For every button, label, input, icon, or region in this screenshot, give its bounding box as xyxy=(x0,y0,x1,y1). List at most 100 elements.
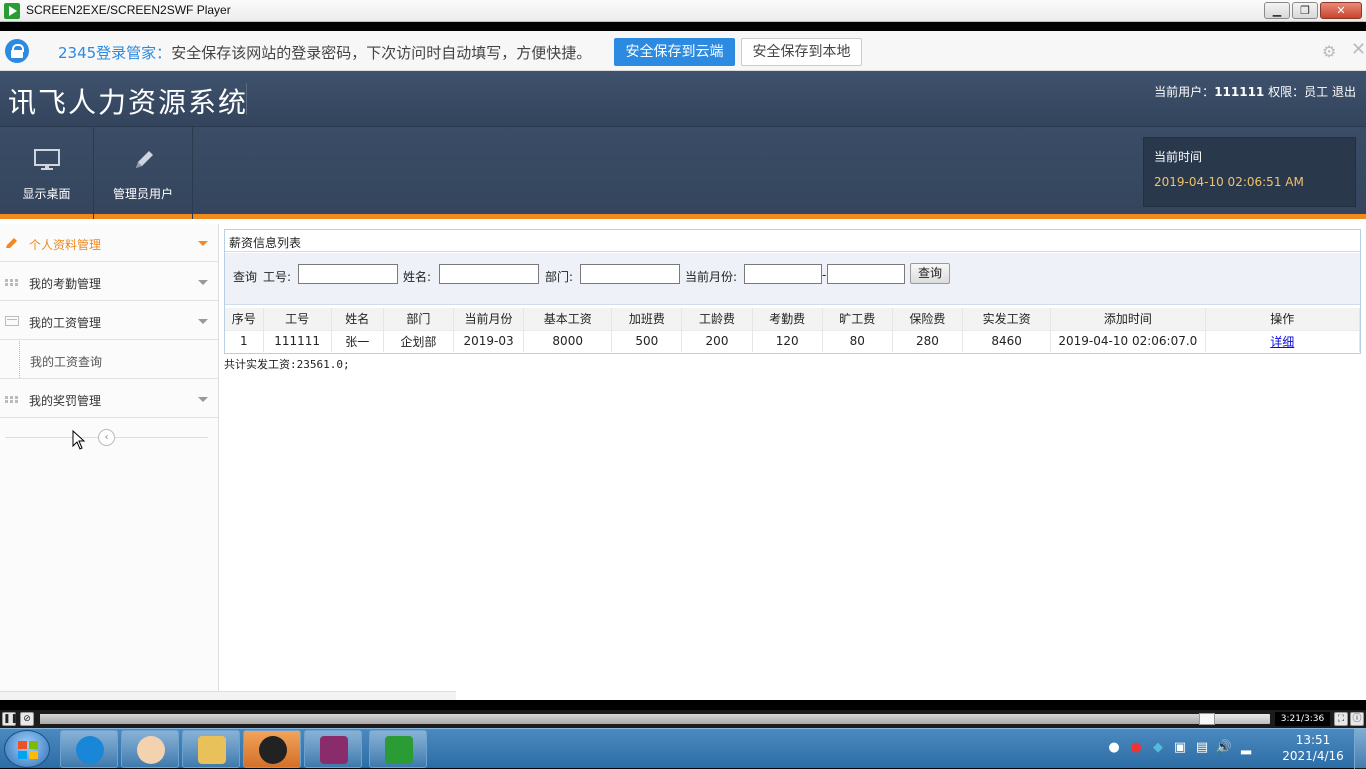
role-label: 权限： xyxy=(1268,85,1305,99)
cell-department: 企划部 xyxy=(383,329,454,352)
save-to-cloud-button[interactable]: 安全保存到云端 xyxy=(614,38,735,66)
sidebar-item-attendance[interactable]: 我的考勤管理 xyxy=(0,263,218,301)
current-time-box: 当前时间 2019-04-10 02:06:51 AM xyxy=(1143,137,1356,207)
title-divider xyxy=(246,83,247,115)
sidebar-item-profile[interactable]: 个人资料管理 xyxy=(0,224,218,262)
cell-absence: 80 xyxy=(822,329,893,352)
system-title: 讯飞人力资源系统 xyxy=(8,86,249,119)
column-header: 序号 xyxy=(225,308,264,330)
taskbar-app-sogou[interactable] xyxy=(60,730,118,768)
taskbar-app-explorer[interactable] xyxy=(182,730,240,768)
cell-base-salary: 8000 xyxy=(523,329,613,352)
maximize-button[interactable]: ❐ xyxy=(1292,2,1318,19)
month-end-input[interactable] xyxy=(827,264,905,284)
taskbar-app-screen2swf[interactable] xyxy=(369,730,427,768)
column-header: 实发工资 xyxy=(962,308,1052,330)
cell-month: 2019-03 xyxy=(453,329,525,352)
network-share-icon[interactable]: ▣ xyxy=(1171,739,1189,757)
cell-added-time: 2019-04-10 02:06:07.0 xyxy=(1050,329,1206,352)
loop-icon[interactable]: ⊘ xyxy=(20,712,34,726)
start-button[interactable] xyxy=(4,730,50,768)
password-bar-message: 2345登录管家：安全保存该网站的登录密码，下次访问时自动填写，方便快捷。 xyxy=(58,42,591,63)
gear-icon[interactable]: ⚙ xyxy=(1322,42,1336,61)
volume-icon[interactable]: 🔊 xyxy=(1215,739,1233,757)
player-app-icon xyxy=(4,3,20,19)
system-tray: ● ● ◆ ▣ ▤ 🔊 ▂ xyxy=(1105,739,1255,759)
info-icon[interactable]: ⓘ xyxy=(1350,712,1364,726)
taskbar-app-conan[interactable] xyxy=(121,730,179,768)
antivirus-icon[interactable]: ● xyxy=(1127,739,1145,757)
taskbar-clock[interactable]: 13:51 2021/4/16 xyxy=(1278,732,1348,764)
column-header: 添加时间 xyxy=(1050,308,1206,330)
pencil-icon xyxy=(6,238,17,248)
explorer-icon xyxy=(198,736,226,764)
taskbar-app-hacker[interactable] xyxy=(243,730,301,768)
toolbar-label: 管理员用户 xyxy=(112,187,173,201)
clock-time: 13:51 xyxy=(1295,733,1331,747)
progress-fill xyxy=(40,714,1215,724)
toolbar-admin-user[interactable]: 管理员用户 xyxy=(94,127,193,219)
web-page: 讯飞人力资源系统 当前用户：111111 权限：员工 退出 显示桌面 管理员用户… xyxy=(0,71,1366,700)
column-header: 加班费 xyxy=(611,308,683,330)
month-start-input[interactable] xyxy=(744,264,822,284)
department-input[interactable] xyxy=(580,264,680,284)
conan-icon xyxy=(137,736,165,764)
employee-id-input[interactable] xyxy=(298,264,398,284)
collapse-sidebar-button[interactable]: ‹ xyxy=(98,429,115,446)
windows-logo-icon xyxy=(18,741,38,759)
pause-icon[interactable]: ❚❚ xyxy=(2,712,18,726)
playback-progress[interactable] xyxy=(40,713,1270,725)
card-icon xyxy=(5,316,19,326)
taskbar-app-winrar[interactable] xyxy=(304,730,362,768)
chevron-down-icon xyxy=(198,397,208,402)
usb-icon[interactable]: ▤ xyxy=(1193,739,1211,757)
cell-overtime: 500 xyxy=(611,329,683,352)
chevron-down-icon xyxy=(198,319,208,324)
name-input[interactable] xyxy=(439,264,539,284)
sidebar-collapse-divider: ‹ xyxy=(5,429,208,446)
sidebar: 个人资料管理 我的考勤管理 我的工资管理 我的工资查询 我的奖罚管理 ‹ xyxy=(0,224,219,700)
salary-panel: 薪资信息列表 查询 工号: 姓名: 部门: 当前月份: - 查询 序号 工号 姓… xyxy=(224,229,1361,354)
grid-icon xyxy=(5,396,18,403)
sidebar-item-rewards[interactable]: 我的奖罚管理 xyxy=(0,380,218,418)
user-role: 员工 xyxy=(1304,85,1329,99)
qq-icon[interactable]: ● xyxy=(1105,739,1123,757)
save-to-local-button[interactable]: 安全保存到本地 xyxy=(741,38,862,66)
show-desktop-button[interactable] xyxy=(1354,729,1366,769)
sidebar-subitem-label: 我的工资查询 xyxy=(30,355,103,369)
toolbar-show-desktop[interactable]: 显示桌面 xyxy=(0,127,94,219)
sidebar-item-label: 我的考勤管理 xyxy=(29,277,102,291)
search-button[interactable]: 查询 xyxy=(910,263,950,284)
column-header: 姓名 xyxy=(331,308,384,330)
detail-link[interactable]: 详细 xyxy=(1205,329,1361,352)
progress-thumb[interactable] xyxy=(1198,713,1215,725)
app-header: 讯飞人力资源系统 当前用户：111111 权限：员工 退出 xyxy=(0,71,1366,127)
month-separator: - xyxy=(822,268,827,282)
toolbar-label: 显示桌面 xyxy=(22,187,71,201)
logout-link[interactable]: 退出 xyxy=(1332,85,1356,99)
column-header: 工号 xyxy=(263,308,332,330)
user-id: 111111 xyxy=(1214,85,1265,99)
sidebar-item-salary[interactable]: 我的工资管理 xyxy=(0,302,218,340)
monitor-icon xyxy=(33,149,60,170)
fullscreen-icon[interactable]: ⛶ xyxy=(1334,712,1348,726)
winrar-icon xyxy=(320,736,348,764)
total-net-salary: 共计实发工资:23561.0; xyxy=(224,358,350,371)
cell-net-salary: 8460 xyxy=(962,329,1052,352)
minimize-button[interactable]: ▁ xyxy=(1264,2,1290,19)
sidebar-subitem-salary-query[interactable]: 我的工资查询 xyxy=(0,341,218,379)
signal-icon[interactable]: ▂ xyxy=(1237,739,1255,757)
security-icon[interactable]: ◆ xyxy=(1149,739,1167,757)
window-titlebar: SCREEN2EXE/SCREEN2SWF Player ▁ ❐ ✕ xyxy=(0,0,1366,22)
cell-index: 1 xyxy=(225,329,264,352)
close-button[interactable]: ✕ xyxy=(1320,2,1362,19)
password-bar-brand: 2345登录管家： xyxy=(58,44,172,62)
mouse-cursor-icon xyxy=(72,430,86,450)
department-label: 部门: xyxy=(545,270,574,284)
column-header: 旷工费 xyxy=(822,308,893,330)
cell-employee-id: 111111 xyxy=(263,329,332,352)
window-title: SCREEN2EXE/SCREEN2SWF Player xyxy=(26,3,231,17)
cell-name: 张一 xyxy=(331,329,384,352)
column-header: 操作 xyxy=(1205,308,1361,330)
close-icon[interactable]: ✕ xyxy=(1351,39,1366,60)
